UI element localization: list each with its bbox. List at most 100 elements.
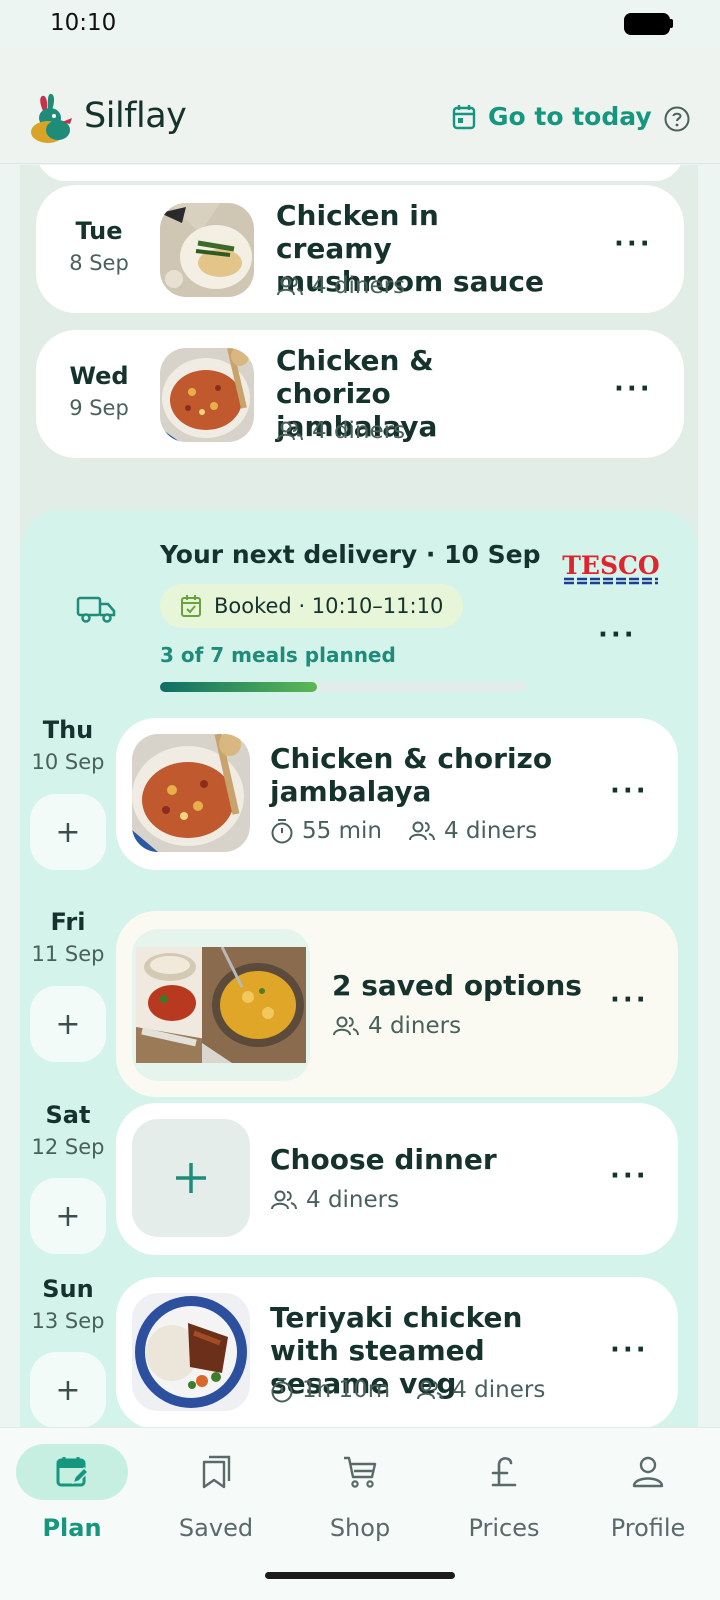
nav-plan[interactable]: Plan <box>0 1444 144 1542</box>
meal-date: Sun 13 Sep <box>20 1275 116 1333</box>
meal-card-thu[interactable]: Chicken & chorizo jambalaya 55 min 4 din… <box>116 718 678 870</box>
nav-saved-pill <box>160 1444 272 1500</box>
more-options-button[interactable]: ··· <box>610 1161 649 1191</box>
bookmark-icon <box>202 1455 231 1489</box>
saved-option-photo-1 <box>136 947 206 1063</box>
meals-progress-bar <box>160 682 526 692</box>
meal-title: Chicken & chorizo jambalaya <box>270 742 553 808</box>
delivery-title: Your next delivery · 10 Sep <box>160 540 541 569</box>
more-options-button[interactable]: ··· <box>610 985 649 1015</box>
calendar-check-icon <box>181 595 201 617</box>
rabbit-logo-icon <box>31 93 72 143</box>
booked-slot-chip[interactable]: Booked · 10:10–11:10 <box>160 584 464 628</box>
meal-date: Wed 9 Sep <box>44 362 154 420</box>
delivery-section: Your next delivery · 10 Sep TESCO Booked… <box>20 510 698 1427</box>
meal-card-sat[interactable]: Choose dinner 4 diners ··· <box>116 1103 678 1255</box>
meal-card-sun[interactable]: Teriyaki chicken with steamed sesame veg… <box>116 1277 678 1427</box>
diners-count: 4 diners <box>306 1187 400 1213</box>
meal-card-tue[interactable]: Tue 8 Sep Chicken in creamy mushroom sau… <box>36 185 684 313</box>
diners-count: 4 diners <box>443 818 538 844</box>
diners-count: 4 diners <box>312 418 406 444</box>
meal-date: Thu 10 Sep <box>20 716 116 774</box>
day-name: Sat <box>45 1101 91 1129</box>
nav-profile-label: Profile <box>610 1514 686 1542</box>
calendar-icon <box>452 104 476 129</box>
battery-icon <box>624 13 670 35</box>
nav-profile[interactable]: Profile <box>576 1444 720 1542</box>
meal-meta: 4 diners <box>270 1187 399 1213</box>
plan-content[interactable]: Tue 8 Sep Chicken in creamy mushroom sau… <box>0 165 720 1427</box>
meal-meta: 4 diners <box>276 418 405 444</box>
nav-prices-label: Prices <box>468 1514 540 1542</box>
meals-progress-fill <box>160 682 318 692</box>
more-options-button[interactable]: ··· <box>610 776 649 806</box>
app-name: Silflay <box>84 96 187 136</box>
meal-meta: 4 diners <box>332 1013 461 1039</box>
meal-meta: 4 diners <box>276 273 405 299</box>
go-to-today-button[interactable]: Go to today <box>452 102 652 131</box>
meal-photo <box>160 348 254 442</box>
status-bar: 10:10 <box>0 0 720 48</box>
diners-count: 4 diners <box>312 273 406 299</box>
meal-photo <box>132 1293 250 1411</box>
day-name: Sun <box>42 1275 94 1303</box>
day-name: Fri <box>50 908 86 936</box>
meal-title: 2 saved options <box>332 969 582 1002</box>
day-date: 12 Sep <box>31 1135 105 1159</box>
pound-icon <box>491 1457 517 1487</box>
meal-title: Choose dinner <box>270 1143 497 1176</box>
saved-options-photos <box>132 929 310 1081</box>
day-name: Tue <box>75 217 123 245</box>
meal-date: Fri 11 Sep <box>20 908 116 966</box>
more-options-button[interactable]: ··· <box>614 374 653 404</box>
meal-meta: 1h 10m 4 diners <box>270 1377 545 1403</box>
meal-photo <box>160 203 254 297</box>
add-meal-button-fri[interactable]: + <box>30 986 106 1062</box>
day-date: 11 Sep <box>31 942 105 966</box>
day-name: Thu <box>42 716 94 744</box>
meals-planned-label: 3 of 7 meals planned <box>160 643 396 667</box>
day-date: 13 Sep <box>31 1309 105 1333</box>
meal-card-wed[interactable]: Wed 9 Sep Chicken & chorizo jambalaya 4 … <box>36 330 684 458</box>
nav-plan-label: Plan <box>42 1514 102 1542</box>
nav-shop-pill <box>304 1444 416 1500</box>
previous-meal-card-edge <box>36 165 684 181</box>
meal-card-fri[interactable]: 2 saved options 4 diners ··· <box>116 911 678 1097</box>
add-meal-button-thu[interactable]: + <box>30 794 106 870</box>
status-time: 10:10 <box>50 10 117 36</box>
cart-icon <box>344 1456 377 1488</box>
saved-option-photo-2 <box>202 947 306 1063</box>
delivery-truck-icon <box>76 596 116 623</box>
diners-icon <box>277 276 303 296</box>
booked-slot-label: Booked · 10:10–11:10 <box>214 594 444 618</box>
more-options-button[interactable]: ··· <box>614 229 653 259</box>
add-meal-button-sat[interactable]: + <box>30 1178 106 1254</box>
cook-time: 1h 10m <box>302 1377 391 1403</box>
diners-icon <box>277 421 303 441</box>
day-date: 8 Sep <box>69 251 129 275</box>
meal-date: Tue 8 Sep <box>44 217 154 275</box>
app-header: Silflay Go to today <box>0 48 720 164</box>
svg-text:TESCO: TESCO <box>562 552 659 580</box>
plus-icon <box>176 1163 206 1193</box>
person-icon <box>632 1456 664 1488</box>
delivery-more-options-button[interactable]: ··· <box>598 620 637 650</box>
tesco-logo: TESCO <box>562 552 660 585</box>
choose-dinner-plus-button[interactable] <box>132 1119 250 1237</box>
nav-saved[interactable]: Saved <box>144 1444 288 1542</box>
diners-icon <box>271 1190 297 1210</box>
day-name: Wed <box>69 362 129 390</box>
diners-icon <box>408 821 435 841</box>
diners-icon <box>417 1380 444 1400</box>
battery-tip <box>669 19 673 28</box>
add-meal-button-sun[interactable]: + <box>30 1352 106 1427</box>
cook-time: 55 min <box>302 818 382 844</box>
go-to-today-label: Go to today <box>488 102 652 131</box>
more-options-button[interactable]: ··· <box>610 1335 649 1365</box>
nav-shop[interactable]: Shop <box>288 1444 432 1542</box>
nav-shop-label: Shop <box>329 1514 391 1542</box>
day-date: 10 Sep <box>31 750 105 774</box>
timer-icon <box>271 819 293 844</box>
help-icon[interactable] <box>664 106 690 132</box>
nav-prices[interactable]: Prices <box>432 1444 576 1542</box>
